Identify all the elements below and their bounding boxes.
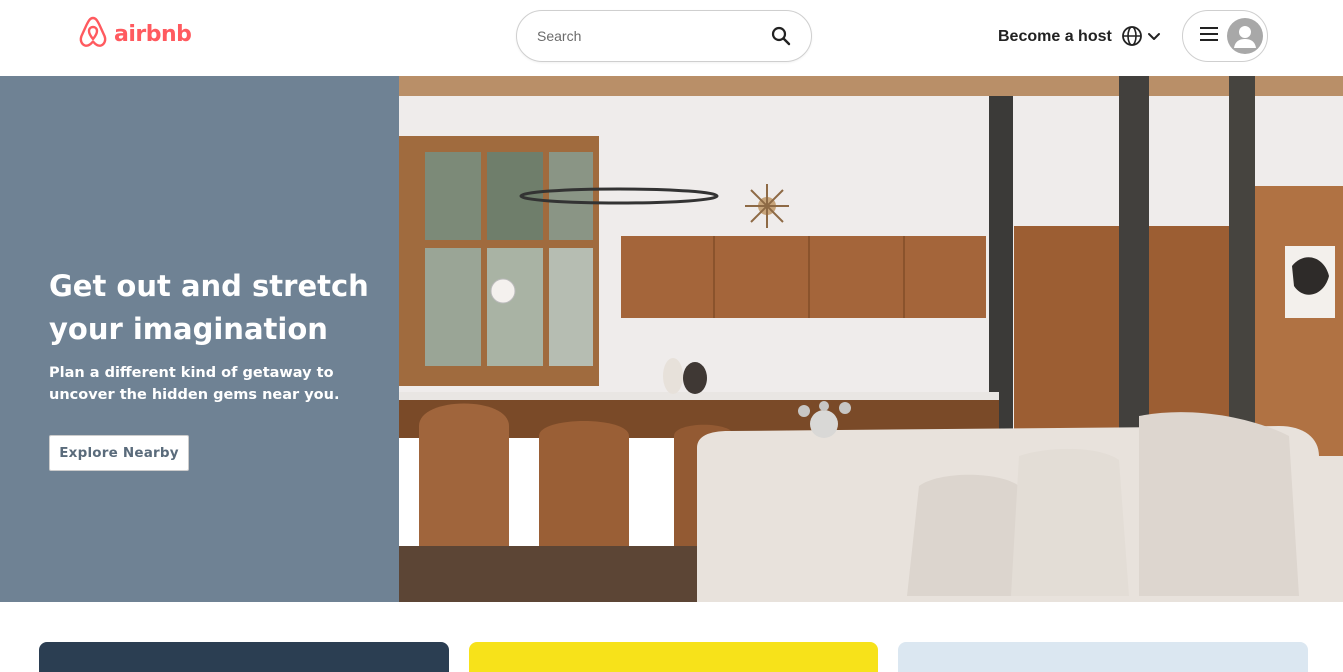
- become-a-host-link[interactable]: Become a host: [998, 28, 1112, 46]
- search-bar[interactable]: [516, 10, 812, 62]
- profile-menu-button[interactable]: [1182, 10, 1268, 62]
- feature-card-3[interactable]: [898, 642, 1308, 672]
- feature-card-1[interactable]: [39, 642, 449, 672]
- hamburger-menu-icon: [1199, 26, 1219, 47]
- search-input[interactable]: [537, 28, 769, 44]
- top-navigation-bar: airbnb Become a host: [0, 0, 1343, 76]
- feature-card-2[interactable]: [469, 642, 878, 672]
- hero-title: Get out and stretch your imagination: [49, 269, 369, 346]
- search-icon[interactable]: [769, 24, 793, 48]
- hero-subtitle: Plan a different kind of getaway to unco…: [49, 365, 340, 403]
- hero-text-panel: Get out and stretch your imagination Pla…: [0, 76, 399, 602]
- logo-wordmark: airbnb: [114, 22, 192, 47]
- airbnb-logo[interactable]: airbnb: [78, 15, 192, 54]
- hero-section: Get out and stretch your imagination Pla…: [0, 76, 1343, 602]
- globe-icon: [1121, 25, 1143, 52]
- explore-nearby-button[interactable]: Explore Nearby: [49, 435, 189, 471]
- hero-interior-image: [399, 76, 1343, 602]
- chevron-down-icon: [1147, 29, 1161, 48]
- language-selector[interactable]: [1121, 25, 1161, 52]
- airbnb-belo-icon: [78, 15, 108, 54]
- user-avatar-icon: [1227, 18, 1263, 54]
